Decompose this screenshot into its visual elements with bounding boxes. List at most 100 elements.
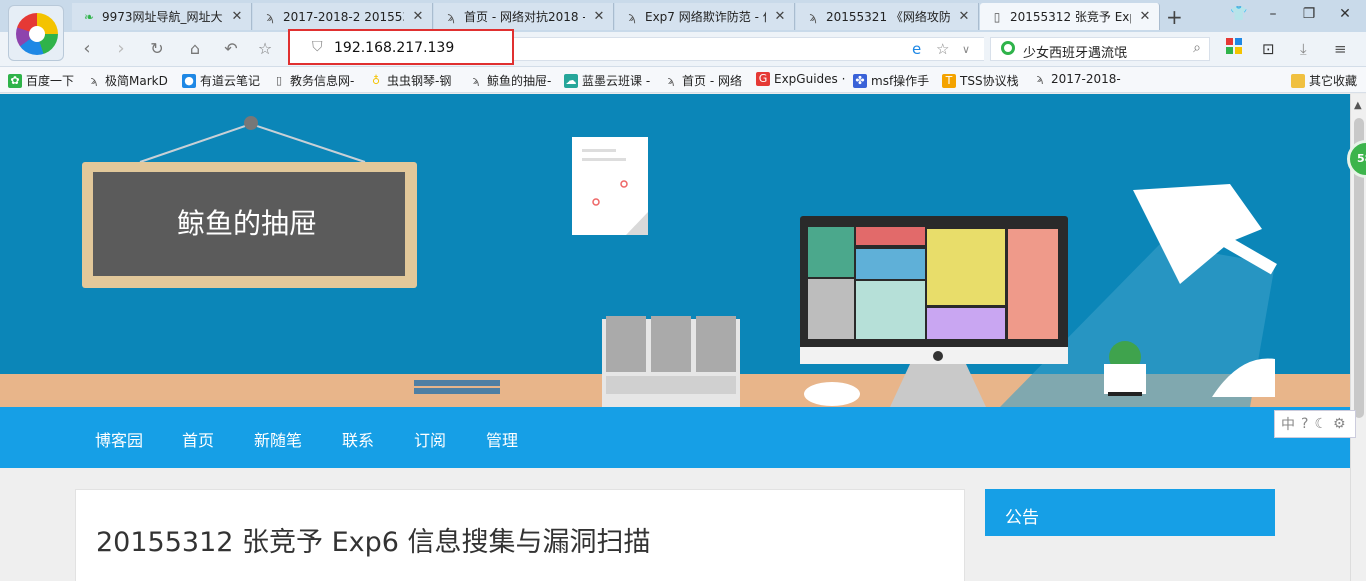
bookmark-label: 教务信息网-	[290, 74, 355, 88]
tab-4[interactable]: ϡ Exp7 网络欺诈防范 - 作 ✕	[615, 3, 795, 30]
back-icon[interactable]: ‹	[76, 38, 98, 60]
blog-nav-link[interactable]: 新随笔	[254, 427, 302, 451]
bookmark-item[interactable]: G ExpGuides ·	[756, 72, 845, 86]
ime-moon-icon[interactable]: ☾	[1314, 416, 1327, 432]
bookmark-item[interactable]: ☁ 蓝墨云班课 -	[564, 72, 650, 89]
search-input[interactable]: 少女西班牙遇流氓 ⌕	[990, 37, 1210, 61]
ime-help-icon[interactable]: ?	[1301, 416, 1308, 432]
blog-nav-link[interactable]: 博客园	[95, 427, 143, 451]
download-icon[interactable]: ⤓	[1300, 40, 1307, 58]
close-tab-icon[interactable]: ✕	[229, 9, 245, 24]
post-card: 20155312 张竞予 Exp6 信息搜集与漏洞扫描	[75, 489, 965, 581]
shield-icon: ⛉	[312, 39, 323, 55]
paw-icon: ✤	[853, 73, 867, 88]
browser-logo-icon[interactable]	[8, 5, 64, 61]
close-tab-icon[interactable]: ✕	[772, 9, 788, 24]
blog-board-title: 鲸鱼的抽屉	[176, 207, 317, 240]
close-window-icon[interactable]: ✕	[1334, 6, 1356, 22]
tab-6[interactable]: ▯ 20155312 张竞予 Exp6 ✕	[980, 3, 1160, 30]
ime-mode-label[interactable]: 中	[1281, 414, 1295, 434]
favorite-star-icon[interactable]: ☆	[254, 38, 276, 60]
bookmark-item[interactable]: ϡ 鲸鱼的抽屉-	[469, 72, 552, 89]
tab-title: 9973网址导航_网址大全	[102, 10, 223, 24]
cnblogs-icon: ϡ	[472, 73, 480, 87]
cloud-icon: ☁	[564, 73, 578, 88]
tab-2[interactable]: ϡ 2017-2018-2 2015530 ✕	[253, 3, 433, 30]
page-icon: ▯	[993, 9, 1001, 24]
blog-nav-link[interactable]: 联系	[342, 427, 374, 451]
bookmark-label: 蓝墨云班课 -	[582, 74, 651, 88]
minimize-icon[interactable]: –	[1262, 6, 1284, 22]
bookmark-item[interactable]: ♁ 虫虫钢琴-钢	[369, 72, 451, 89]
bookmark-label: 极简MarkD	[105, 74, 168, 88]
bookmark-label: 2017-2018-	[1051, 72, 1121, 86]
close-tab-icon[interactable]: ✕	[410, 9, 426, 24]
tab-title: 首页 - 网络对抗2018 -	[464, 10, 585, 24]
blog-nav-bar: 博客园 首页 新随笔 联系 订阅 管理	[0, 407, 1350, 468]
ime-toolbar[interactable]: 中 ? ☾ ⚙	[1274, 410, 1356, 438]
bookmark-item[interactable]: ✤ msf操作手	[853, 72, 929, 89]
blog-nav-link[interactable]: 首页	[182, 427, 214, 451]
green-leaf-icon: ❧	[83, 9, 95, 24]
bookmark-label: ExpGuides ·	[774, 72, 846, 86]
cnblogs-icon: ϡ	[667, 73, 675, 87]
bookmark-item[interactable]: T TSS协议栈	[942, 72, 1019, 89]
page-icon: ▯	[275, 73, 283, 87]
tab-5[interactable]: ϡ 20155321 《网络攻防》 ✕	[796, 3, 979, 30]
refresh-icon[interactable]: ↻	[146, 38, 168, 60]
bookmark-label: 虫虫钢琴-钢	[387, 74, 452, 88]
tab-1[interactable]: ❧ 9973网址导航_网址大全 ✕	[72, 3, 252, 30]
search-icon[interactable]: ⌕	[1193, 40, 1201, 56]
bookmark-label: 百度一下	[26, 74, 75, 88]
undo-close-icon[interactable]: ↶	[220, 38, 242, 60]
bookmark-item[interactable]: ϡ 极简MarkD	[87, 72, 168, 89]
maximize-icon[interactable]: ❐	[1298, 6, 1320, 22]
close-tab-icon[interactable]: ✕	[956, 9, 972, 24]
other-bookmarks[interactable]: 其它收藏	[1291, 72, 1357, 89]
tab-title: Exp7 网络欺诈防范 - 作	[645, 10, 766, 24]
scroll-up-icon[interactable]: ▲	[1354, 100, 1362, 111]
cnblogs-icon: ϡ	[90, 73, 98, 87]
new-tab-icon[interactable]: +	[1166, 5, 1183, 29]
close-tab-icon[interactable]: ✕	[1137, 9, 1153, 24]
bookmark-label: TSS协议栈	[960, 74, 1019, 88]
bookmark-item[interactable]: ● 有道云笔记	[182, 72, 260, 89]
dropdown-icon[interactable]: ∨	[962, 43, 970, 56]
youdao-icon: ●	[182, 73, 196, 88]
home-icon[interactable]: ⌂	[184, 38, 206, 60]
forward-icon[interactable]: ›	[110, 38, 132, 60]
cnblogs-icon: ϡ	[1036, 72, 1044, 85]
bookmark-item[interactable]: ▯ 教务信息网-	[272, 72, 354, 89]
bookmark-item[interactable]: ✿ 百度一下	[8, 72, 74, 89]
post-title[interactable]: 20155312 张竞予 Exp6 信息搜集与漏洞扫描	[96, 520, 651, 559]
tab-3[interactable]: ϡ 首页 - 网络对抗2018 - ✕	[434, 3, 614, 30]
bookmark-item[interactable]: ϡ 2017-2018-	[1033, 72, 1121, 86]
tab-title: 20155321 《网络攻防》	[826, 10, 950, 24]
address-input[interactable]: ⛉ 192.168.217.139	[288, 29, 514, 65]
notice-title: 公告	[1005, 508, 1039, 528]
ie-mode-icon[interactable]: e	[912, 40, 921, 58]
blog-nav-link[interactable]: 管理	[486, 427, 518, 451]
banner-illustration	[0, 116, 1350, 407]
cnblogs-icon: ϡ	[809, 9, 817, 24]
bookmark-label: 鲸鱼的抽屉-	[487, 74, 552, 88]
close-tab-icon[interactable]: ✕	[591, 9, 607, 24]
address-url: 192.168.217.139	[334, 40, 455, 56]
blog-nav-link[interactable]: 订阅	[414, 427, 446, 451]
cnblogs-icon: ϡ	[628, 9, 636, 24]
bookmark-item[interactable]: ϡ 首页 - 网络	[664, 72, 742, 89]
tab-strip: ❧ 9973网址导航_网址大全 ✕ ϡ 2017-2018-2 2015530 ✕ ϡ 首页 …	[0, 0, 1366, 32]
ime-settings-icon[interactable]: ⚙	[1333, 416, 1346, 432]
screenshot-icon[interactable]: ⊡	[1262, 40, 1275, 58]
menu-icon[interactable]: ≡	[1334, 40, 1347, 58]
tab-title: 20155312 张竞予 Exp6	[1010, 10, 1131, 24]
search-text: 少女西班牙遇流氓	[1023, 46, 1128, 61]
blog-banner: 鲸鱼的抽屉	[0, 94, 1350, 407]
tss-icon: T	[942, 73, 956, 88]
bookmark-star-icon[interactable]: ☆	[936, 40, 949, 58]
skin-icon[interactable]: 👕	[1228, 6, 1250, 22]
cnblogs-icon: ϡ	[447, 9, 455, 24]
apps-grid-icon[interactable]	[1226, 38, 1242, 58]
search-engine-icon	[1001, 41, 1015, 55]
sidebar-notice-header: 公告	[985, 489, 1275, 536]
